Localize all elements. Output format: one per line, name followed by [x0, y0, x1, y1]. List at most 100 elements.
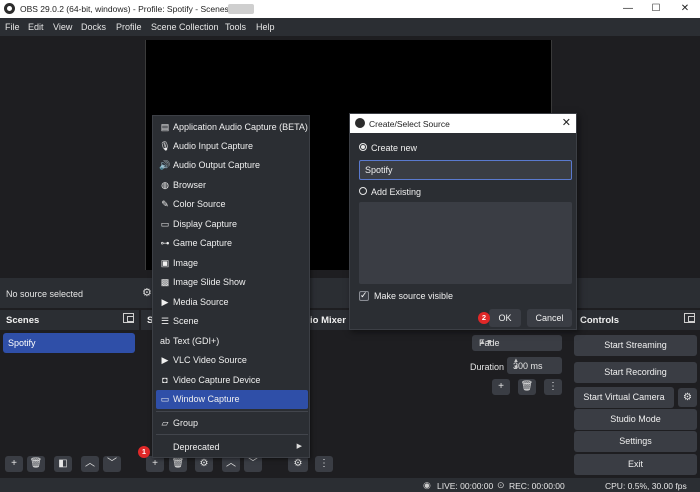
menu-item-vlc-video-source[interactable]: ▶ VLC Video Source	[156, 351, 308, 370]
step-badge-1: 1	[138, 446, 150, 458]
make-visible-label: Make source visible	[374, 291, 454, 301]
chevron-right-icon: ▶	[296, 443, 302, 450]
menu-item-image-slide-show[interactable]: ▩ Image Slide Show	[156, 273, 308, 292]
menu-item-image[interactable]: ▣ Image	[156, 254, 308, 273]
create-new-radio[interactable]	[359, 143, 367, 151]
microphone-icon: 🎙	[159, 141, 171, 151]
menu-item-display-capture[interactable]: ▭ Display Capture	[156, 215, 308, 234]
menu-item-scene[interactable]: ☰ Scene	[156, 312, 308, 331]
add-scene-icon[interactable]: +	[5, 456, 23, 472]
source-settings-icon[interactable]: ⚙	[142, 286, 152, 299]
slideshow-icon: ▩	[160, 277, 170, 287]
status-bar: ◉ LIVE: 00:00:00 ⊙ REC: 00:00:00 CPU: 0.…	[0, 478, 700, 492]
globe-icon: ◍	[161, 180, 169, 190]
step-badge-2: 2	[478, 312, 490, 324]
remove-scene-icon[interactable]: 🗑	[27, 456, 45, 472]
dialog-close-icon[interactable]: ✕	[562, 116, 571, 129]
maximize-button[interactable]: ☐	[643, 0, 669, 18]
menu-item-application-audio-capture[interactable]: ▤ Application Audio Capture (BETA)	[156, 118, 308, 137]
existing-sources-list[interactable]	[359, 202, 572, 284]
redacted-scene-name	[228, 4, 254, 14]
add-source-menu: ▤ Application Audio Capture (BETA) 🎙 Aud…	[152, 115, 310, 458]
menu-file[interactable]: File	[5, 22, 20, 32]
window-title: OBS 29.0.2 (64-bit, windows) - Profile: …	[20, 4, 232, 14]
play-icon: ▶	[161, 355, 169, 365]
menu-item-media-source[interactable]: ▶ Media Source	[156, 293, 308, 312]
live-signal-icon: ◉	[423, 480, 431, 490]
list-icon: ☰	[160, 316, 170, 326]
menu-item-group[interactable]: ▱ Group	[156, 414, 308, 433]
transition-select[interactable]: Fade ▲▼	[472, 335, 562, 351]
menu-item-browser[interactable]: ◍ Browser	[156, 176, 308, 195]
menu-scene-collection[interactable]: Scene Collection	[151, 22, 219, 32]
rec-timer: REC: 00:00:00	[509, 481, 565, 491]
menu-separator	[156, 434, 308, 435]
controls-title: Controls	[580, 315, 620, 326]
menu-view[interactable]: View	[53, 22, 72, 32]
menu-edit[interactable]: Edit	[28, 22, 44, 32]
menu-item-game-capture[interactable]: ⊶ Game Capture	[156, 234, 308, 253]
source-name-input[interactable]	[359, 160, 572, 180]
menu-help[interactable]: Help	[256, 22, 275, 32]
transition-menu-icon[interactable]: ⋮	[544, 379, 562, 395]
remove-source-icon[interactable]: 🗑	[169, 456, 187, 472]
source-properties-icon[interactable]: ⚙	[195, 456, 213, 472]
mixer-settings-icon[interactable]: ⚙	[288, 456, 308, 472]
create-new-label: Create new	[371, 143, 418, 153]
make-visible-checkbox[interactable]	[359, 290, 369, 301]
menu-item-deprecated[interactable]: Deprecated ▶	[156, 438, 308, 457]
menu-item-video-capture-device[interactable]: ◘ Video Capture Device	[156, 371, 308, 390]
undock-icon[interactable]	[684, 313, 695, 323]
virtual-camera-settings-icon[interactable]: ⚙	[678, 388, 697, 407]
ok-button[interactable]: OK	[489, 309, 521, 327]
add-existing-label: Add Existing	[371, 187, 422, 197]
scenes-dock: Scenes Spotify + 🗑 ◧ ︿ ﹀	[0, 310, 139, 480]
duration-label: Duration	[470, 362, 505, 372]
record-icon: ⊙	[497, 480, 505, 490]
gamepad-icon: ⊶	[160, 238, 170, 248]
menu-item-audio-input-capture[interactable]: 🎙 Audio Input Capture	[156, 137, 308, 156]
folder-icon: ▱	[161, 418, 169, 428]
scene-filters-icon[interactable]: ◧	[54, 456, 72, 472]
move-scene-down-icon[interactable]: ﹀	[103, 456, 121, 472]
camera-icon: ◘	[162, 375, 168, 385]
menu-item-text-gdi[interactable]: ab Text (GDI+)	[156, 332, 308, 351]
menu-item-window-capture[interactable]: ▭ Window Capture	[156, 390, 308, 409]
audio-mixer-title: io Mixer	[310, 315, 346, 326]
minimize-button[interactable]: —	[615, 0, 641, 18]
start-streaming-button[interactable]: Start Streaming	[574, 335, 697, 356]
menu-item-color-source[interactable]: ✎ Color Source	[156, 195, 308, 214]
controls-header: Controls	[574, 310, 700, 330]
close-button[interactable]: ✕	[672, 0, 698, 18]
add-source-icon[interactable]: +	[146, 456, 164, 472]
cpu-fps: CPU: 0.5%, 30.00 fps	[605, 481, 687, 491]
start-recording-button[interactable]: Start Recording	[574, 362, 697, 383]
start-virtual-camera-button[interactable]: Start Virtual Camera	[574, 387, 674, 408]
obs-logo-icon	[4, 3, 15, 14]
no-source-label: No source selected	[6, 289, 84, 299]
spinner-icon[interactable]: ▲ ▼	[513, 358, 558, 372]
duration-input[interactable]: 300 ms ▲ ▼	[507, 357, 562, 374]
move-source-up-icon[interactable]: ︿	[222, 456, 240, 472]
speaker-icon: 🔊	[159, 160, 171, 170]
menu-tools[interactable]: Tools	[225, 22, 246, 32]
live-timer: LIVE: 00:00:00	[437, 481, 494, 491]
scene-item-spotify[interactable]: Spotify	[3, 333, 135, 353]
studio-mode-button[interactable]: Studio Mode	[574, 409, 697, 430]
exit-button[interactable]: Exit	[574, 454, 697, 475]
settings-button[interactable]: Settings	[574, 431, 697, 452]
add-existing-radio[interactable]	[359, 187, 367, 195]
move-scene-up-icon[interactable]: ︿	[81, 456, 99, 472]
move-source-down-icon[interactable]: ﹀	[244, 456, 262, 472]
chevron-down-icon: ▲▼	[479, 339, 493, 346]
add-transition-icon[interactable]: +	[492, 379, 510, 395]
create-select-source-dialog: Create/Select Source ✕ Create new Add Ex…	[349, 113, 577, 330]
undock-icon[interactable]	[123, 313, 134, 323]
remove-transition-icon[interactable]: 🗑	[518, 379, 536, 395]
image-icon: ▣	[160, 258, 170, 268]
mixer-menu-icon[interactable]: ⋮	[315, 456, 333, 472]
menu-item-audio-output-capture[interactable]: 🔊 Audio Output Capture	[156, 156, 308, 175]
menu-profile[interactable]: Profile	[116, 22, 142, 32]
cancel-button[interactable]: Cancel	[527, 309, 572, 327]
menu-docks[interactable]: Docks	[81, 22, 106, 32]
